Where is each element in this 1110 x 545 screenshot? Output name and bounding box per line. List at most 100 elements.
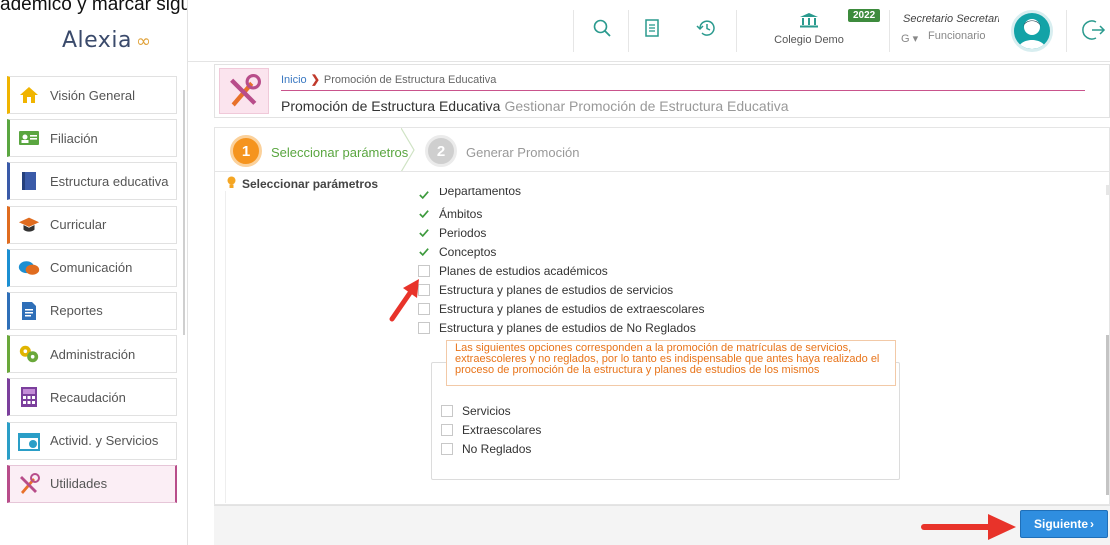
- documents-button[interactable]: [634, 10, 670, 50]
- step-1-number[interactable]: 1: [230, 135, 262, 167]
- school-selector[interactable]: Colegio Demo: [774, 12, 844, 46]
- sidebar-item-label: Recaudación: [50, 389, 126, 405]
- search-icon: [593, 19, 611, 42]
- app-logo[interactable]: Alexia ∞: [62, 28, 151, 53]
- sidebar-item-label: Reportes: [50, 303, 103, 319]
- sidebar-item-label: Curricular: [50, 217, 107, 233]
- logo-text: Alexia: [62, 28, 132, 53]
- step-2-number[interactable]: 2: [425, 135, 457, 167]
- option-label: Conceptos: [439, 245, 497, 259]
- sidebar-item-label: Utilidades: [50, 476, 108, 492]
- sidebar-divider: [187, 0, 188, 545]
- top-bar: Colegio Demo 2022 Secretario Secretari..…: [188, 0, 1110, 62]
- checkbox-departamentos[interactable]: [418, 189, 430, 201]
- sidebar-item-actividades-servicios[interactable]: Activid. y Servicios: [7, 421, 177, 460]
- gears-icon: [18, 343, 40, 365]
- logout-button[interactable]: [1082, 18, 1106, 47]
- school-name: Colegio Demo: [774, 34, 844, 46]
- user-role: Funcionario: [928, 30, 986, 42]
- avatar[interactable]: [1011, 10, 1053, 52]
- option-label: Ámbitos: [439, 207, 483, 221]
- sidebar-item-comunicacion[interactable]: Comunicación: [7, 248, 177, 287]
- utilities-module-icon: [219, 68, 269, 114]
- content-header: Inicio ❯ Promoción de Estructura Educativa…: [214, 64, 1110, 118]
- next-button[interactable]: Siguiente ›: [1020, 510, 1108, 538]
- option-label: Departamentos: [439, 188, 522, 198]
- option-label: No Reglados: [462, 442, 532, 456]
- option-departamentos[interactable]: Departamentos: [418, 188, 521, 202]
- checkbox-periodos[interactable]: [418, 227, 430, 239]
- sidebar-menu: Visión General Filiación Estructura educ…: [7, 76, 177, 508]
- history-button[interactable]: [688, 10, 724, 50]
- report-icon: [18, 300, 40, 322]
- chevron-down-icon: ▾: [912, 33, 919, 45]
- sidebar-item-label: Administración: [50, 346, 136, 362]
- chevron-right-icon: ›: [1090, 517, 1094, 531]
- breadcrumb: Inicio ❯ Promoción de Estructura Educativa: [281, 73, 496, 86]
- checkbox-no-reglados[interactable]: [441, 443, 453, 455]
- user-avatar-icon: [1018, 19, 1046, 49]
- user-menu-toggle[interactable]: G ▾: [901, 32, 918, 45]
- option-label: Estructura y planes de estudios de No Re…: [439, 321, 696, 335]
- sidebar-item-curricular[interactable]: Curricular: [7, 205, 177, 244]
- option-planes-extraescolares[interactable]: Estructura y planes de estudios de extra…: [418, 302, 704, 316]
- year-badge: 2022: [848, 9, 881, 22]
- option-planes-no-reglados[interactable]: Estructura y planes de estudios de No Re…: [418, 321, 696, 335]
- toolbar-divider: [573, 10, 574, 52]
- document-icon: [645, 18, 659, 42]
- chat-bubbles-icon: [18, 257, 40, 279]
- user-name[interactable]: Secretario Secretari...: [903, 13, 999, 25]
- option-conceptos[interactable]: Conceptos: [418, 245, 496, 259]
- option-servicios[interactable]: Servicios: [441, 404, 511, 418]
- panel-title-text: Seleccionar parámetros: [242, 177, 379, 191]
- search-button[interactable]: [584, 10, 620, 50]
- annotation-arrow-icon: [389, 279, 419, 322]
- graduation-cap-icon: [18, 214, 40, 236]
- panel-scrollbar[interactable]: [1106, 185, 1109, 495]
- option-ambitos[interactable]: Ámbitos: [418, 207, 482, 221]
- breadcrumb-home-link[interactable]: Inicio: [281, 74, 307, 86]
- checkbox-extraescolares[interactable]: [441, 424, 453, 436]
- option-periodos[interactable]: Periodos: [418, 226, 486, 240]
- sidebar-item-label: Filiación: [50, 130, 98, 146]
- header-divider: [281, 90, 1085, 91]
- sidebar-item-recaudacion[interactable]: Recaudación: [7, 378, 177, 417]
- sidebar-item-estructura-educativa[interactable]: Estructura educativa: [7, 162, 177, 201]
- tools-icon: [18, 472, 40, 495]
- toolbar-divider: [736, 10, 737, 52]
- option-extraescolares[interactable]: Extraescolares: [441, 423, 541, 437]
- book-icon: [18, 170, 40, 192]
- toolbar-divider: [889, 10, 890, 52]
- sidebar-item-label: Estructura educativa: [50, 173, 169, 189]
- toolbar-divider: [628, 10, 629, 52]
- calendar-icon: [18, 430, 40, 452]
- step-2-label[interactable]: Generar Promoción: [466, 145, 579, 160]
- warning-notice: Las siguientes opciones corresponden a l…: [446, 340, 896, 386]
- sidebar-item-administracion[interactable]: Administración: [7, 335, 177, 374]
- option-planes-academicos[interactable]: Planes de estudios académicos: [418, 264, 608, 278]
- option-label: Estructura y planes de estudios de extra…: [439, 302, 705, 316]
- sidebar-item-utilidades[interactable]: Utilidades: [7, 464, 177, 503]
- checkbox-ambitos[interactable]: [418, 208, 430, 220]
- lightbulb-icon: [227, 176, 236, 192]
- sidebar-scrollbar[interactable]: [183, 90, 185, 335]
- checkmark-icon: [419, 210, 429, 219]
- home-icon: [18, 84, 40, 106]
- sidebar-item-filiacion[interactable]: Filiación: [7, 119, 177, 158]
- user-initial: G: [901, 33, 910, 45]
- id-card-icon: [18, 127, 40, 149]
- option-no-reglados[interactable]: No Reglados: [441, 442, 531, 456]
- checkbox-conceptos[interactable]: [418, 246, 430, 258]
- checkbox-servicios[interactable]: [441, 405, 453, 417]
- history-icon: [696, 19, 716, 42]
- step-1-label[interactable]: Seleccionar parámetros: [271, 145, 408, 160]
- logo-mark-icon: ∞: [135, 31, 152, 52]
- page: adémico y marcar siguiente. Alexia ∞ Visi…: [0, 0, 1110, 545]
- sidebar-item-vision-general[interactable]: Visión General: [7, 76, 177, 114]
- page-title-main: Promoción de Estructura Educativa: [281, 98, 501, 114]
- option-label: Extraescolares: [462, 423, 542, 437]
- page-subtitle: Gestionar Promoción de Estructura Educat…: [504, 98, 789, 114]
- sidebar-item-reportes[interactable]: Reportes: [7, 291, 177, 330]
- option-planes-servicios[interactable]: Estructura y planes de estudios de servi…: [418, 283, 673, 297]
- option-label: Periodos: [439, 226, 487, 240]
